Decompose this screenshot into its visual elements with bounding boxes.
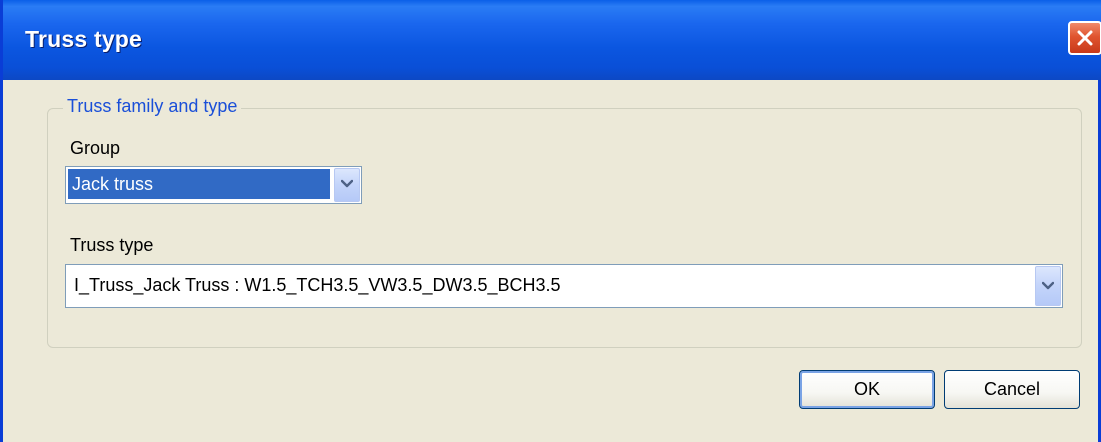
chevron-down-icon [341, 179, 353, 188]
groupbox-legend: Truss family and type [63, 96, 242, 117]
truss-type-dropdown[interactable]: I_Truss_Jack Truss : W1.5_TCH3.5_VW3.5_D… [65, 264, 1063, 308]
title-bar[interactable]: Truss type [3, 0, 1101, 80]
close-icon [1077, 30, 1093, 46]
cancel-button[interactable]: Cancel [944, 370, 1080, 409]
truss-type-label: Truss type [70, 235, 154, 255]
group-dropdown-value: Jack truss [68, 169, 330, 199]
group-dropdown[interactable]: Jack truss [65, 166, 362, 204]
close-button[interactable] [1068, 21, 1101, 55]
window-title: Truss type [25, 26, 143, 52]
truss-type-dropdown-value: I_Truss_Jack Truss : W1.5_TCH3.5_VW3.5_D… [74, 275, 561, 295]
ok-button[interactable]: OK [799, 370, 935, 409]
truss-family-groupbox [47, 108, 1082, 348]
truss-type-dropdown-button[interactable] [1035, 266, 1061, 306]
chevron-down-icon [1042, 281, 1054, 290]
group-dropdown-button[interactable] [334, 168, 360, 202]
group-label: Group [70, 138, 121, 158]
truss-type-dialog: Truss type Truss family and type Group J… [0, 0, 1101, 442]
